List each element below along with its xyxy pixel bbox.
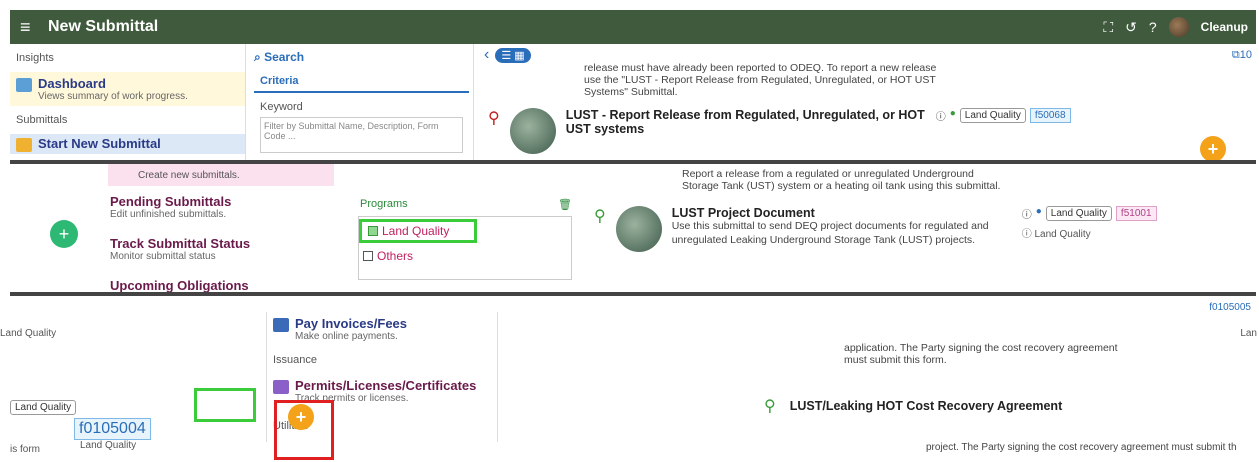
- card-title: LUST/Leaking HOT Cost Recovery Agreement: [789, 399, 1063, 413]
- criteria-tab[interactable]: Criteria: [254, 71, 469, 93]
- band-3: Land Quality f0105005 Lan Pay Invoices/F…: [0, 292, 1259, 462]
- form-code: f50068: [1029, 108, 1071, 123]
- result-count: ⧉10: [1231, 48, 1252, 61]
- add-fab[interactable]: +: [50, 220, 78, 248]
- program-tag: Land Quality: [959, 108, 1026, 123]
- info-icon: ⓘ: [935, 112, 946, 123]
- upcoming-title: Upcoming Obligations: [110, 278, 249, 293]
- keyword-label: Keyword: [260, 101, 303, 113]
- fullscreen-icon[interactable]: ⛶: [1103, 19, 1113, 36]
- land-quality-label: Land Quality: [80, 440, 137, 451]
- add-button[interactable]: +: [1200, 136, 1226, 162]
- help-icon[interactable]: ?: [1149, 19, 1157, 35]
- track-title: Track Submittal Status: [110, 236, 251, 251]
- pending-sub: Edit unfinished submittals.: [110, 209, 227, 220]
- card-desc: Report a release from a regulated or unr…: [682, 168, 1001, 192]
- track-sub: Monitor submittal status: [110, 251, 216, 262]
- checkbox-label: Land Quality: [382, 224, 450, 238]
- permit-icon: [273, 380, 289, 394]
- info-icon: ⓘ: [1021, 210, 1032, 221]
- pay-title: Pay Invoices/Fees: [295, 316, 408, 331]
- sidebar-item-start-new[interactable]: Start New Submittal: [10, 134, 245, 154]
- globe-icon: ●: [1035, 206, 1042, 217]
- keyword-input[interactable]: Filter by Submittal Name, Description, F…: [260, 117, 463, 153]
- program-tag: Land Quality: [10, 400, 77, 415]
- app-header: ≡ New Submittal ⛶ ↺ ? Cleanup: [10, 10, 1256, 44]
- collapse-icon[interactable]: ‹: [484, 46, 489, 64]
- card-tags: ⓘ ● Land Quality f50068: [936, 108, 1071, 154]
- permits-title: Permits/Licenses/Certificates: [295, 378, 477, 393]
- pin-icon[interactable]: ⚲: [594, 206, 606, 252]
- search-panel: ⌕ Search Criteria Keyword Filter by Subm…: [250, 44, 474, 162]
- search-tab[interactable]: ⌕ Search: [250, 44, 473, 71]
- card-thumbnail: [615, 206, 662, 252]
- start-new-sub: Create new submittals.: [108, 164, 334, 186]
- card-title: LUST Project Document: [671, 206, 815, 220]
- form-code: f51001: [1115, 206, 1157, 221]
- pay-icon: [273, 318, 289, 332]
- programs-filter: Programs 🗑 Land Quality Others: [358, 162, 572, 292]
- sub-program: ⓘ Land Quality: [1021, 229, 1091, 240]
- pin-icon[interactable]: ⚲: [764, 396, 776, 416]
- trash-icon[interactable]: 🗑: [558, 198, 572, 211]
- folder-icon: [16, 138, 32, 152]
- results-list-2: Report a release from a regulated or unr…: [582, 162, 1256, 292]
- card-desc: project. The Party signing the cost reco…: [926, 442, 1237, 453]
- sidebar-item-pending[interactable]: Pending Submittals Edit unfinished submi…: [110, 194, 231, 220]
- card-thumbnail: [509, 108, 556, 154]
- page-title: New Submittal: [48, 18, 159, 35]
- sidebar-item-upcoming[interactable]: Upcoming Obligations: [110, 278, 249, 293]
- card-desc: Use this submittal to send DEQ project d…: [671, 220, 989, 246]
- results-panel: ‹ ☰ ▦ ⧉10 release must have already been…: [476, 44, 1256, 162]
- insights-label: Insights: [16, 52, 54, 64]
- band-2: Create new submittals. + Pending Submitt…: [10, 162, 1256, 293]
- sidebar: Insights Dashboard Views summary of work…: [10, 44, 246, 162]
- pin-icon[interactable]: ⚲: [488, 108, 500, 154]
- list-item[interactable]: ⚲ LUST - Report Release from Regulated, …: [476, 102, 1256, 160]
- program-tag: Land Quality: [1045, 206, 1112, 221]
- card-title: LUST - Report Release from Regulated, Un…: [565, 108, 925, 136]
- sidebar-item-dashboard[interactable]: Dashboard Views summary of work progress…: [10, 72, 245, 106]
- pending-title: Pending Submittals: [110, 194, 232, 209]
- start-new-title: Start New Submittal: [38, 136, 161, 151]
- search-tab-label: Search: [264, 50, 305, 64]
- highlight-box: [194, 388, 256, 422]
- checkbox-icon: [363, 251, 373, 261]
- dashboard-sub: Views summary of work progress.: [38, 91, 188, 102]
- lower-results: application. The Party signing the cost …: [740, 312, 1259, 462]
- form-code: f0105004: [74, 418, 151, 440]
- checkbox-label: Others: [377, 249, 414, 263]
- card-desc: application. The Party signing the cost …: [844, 342, 1118, 366]
- is-form: is form: [10, 444, 40, 455]
- card-tags: ⓘ ● Land Quality f51001 ⓘ Land Quality: [1022, 206, 1157, 252]
- list-view-toggle[interactable]: ☰ ▦: [495, 47, 531, 63]
- globe-icon: ●: [949, 108, 956, 119]
- checkbox-icon: [368, 226, 378, 236]
- sidebar-item-track[interactable]: Track Submittal Status Monitor submittal…: [110, 236, 250, 262]
- avatar[interactable]: [1168, 17, 1189, 37]
- add-button[interactable]: +: [288, 404, 314, 430]
- top-desc: release must have already been reported …: [584, 62, 937, 98]
- menu-icon[interactable]: ≡: [20, 17, 40, 38]
- dashboard-title: Dashboard: [38, 76, 106, 91]
- user-name[interactable]: Cleanup: [1201, 20, 1248, 34]
- list-item[interactable]: ⚲ LUST Project Document Use this submitt…: [582, 200, 1256, 258]
- history-icon[interactable]: ↺: [1125, 19, 1137, 36]
- list-item[interactable]: ⚲ LUST/Leaking HOT Cost Recovery Agreeme…: [764, 396, 1062, 416]
- checkbox-land-quality[interactable]: Land Quality: [359, 219, 477, 243]
- dashboard-icon: [16, 78, 32, 92]
- programs-label: Programs 🗑: [360, 198, 572, 211]
- checkbox-others[interactable]: Others: [363, 249, 567, 263]
- issuance-label: Issuance: [273, 354, 318, 366]
- sidebar-item-pay[interactable]: Pay Invoices/Fees Make online payments.: [267, 312, 497, 346]
- pay-sub: Make online payments.: [295, 331, 398, 342]
- submittals-label: Submittals: [16, 114, 68, 126]
